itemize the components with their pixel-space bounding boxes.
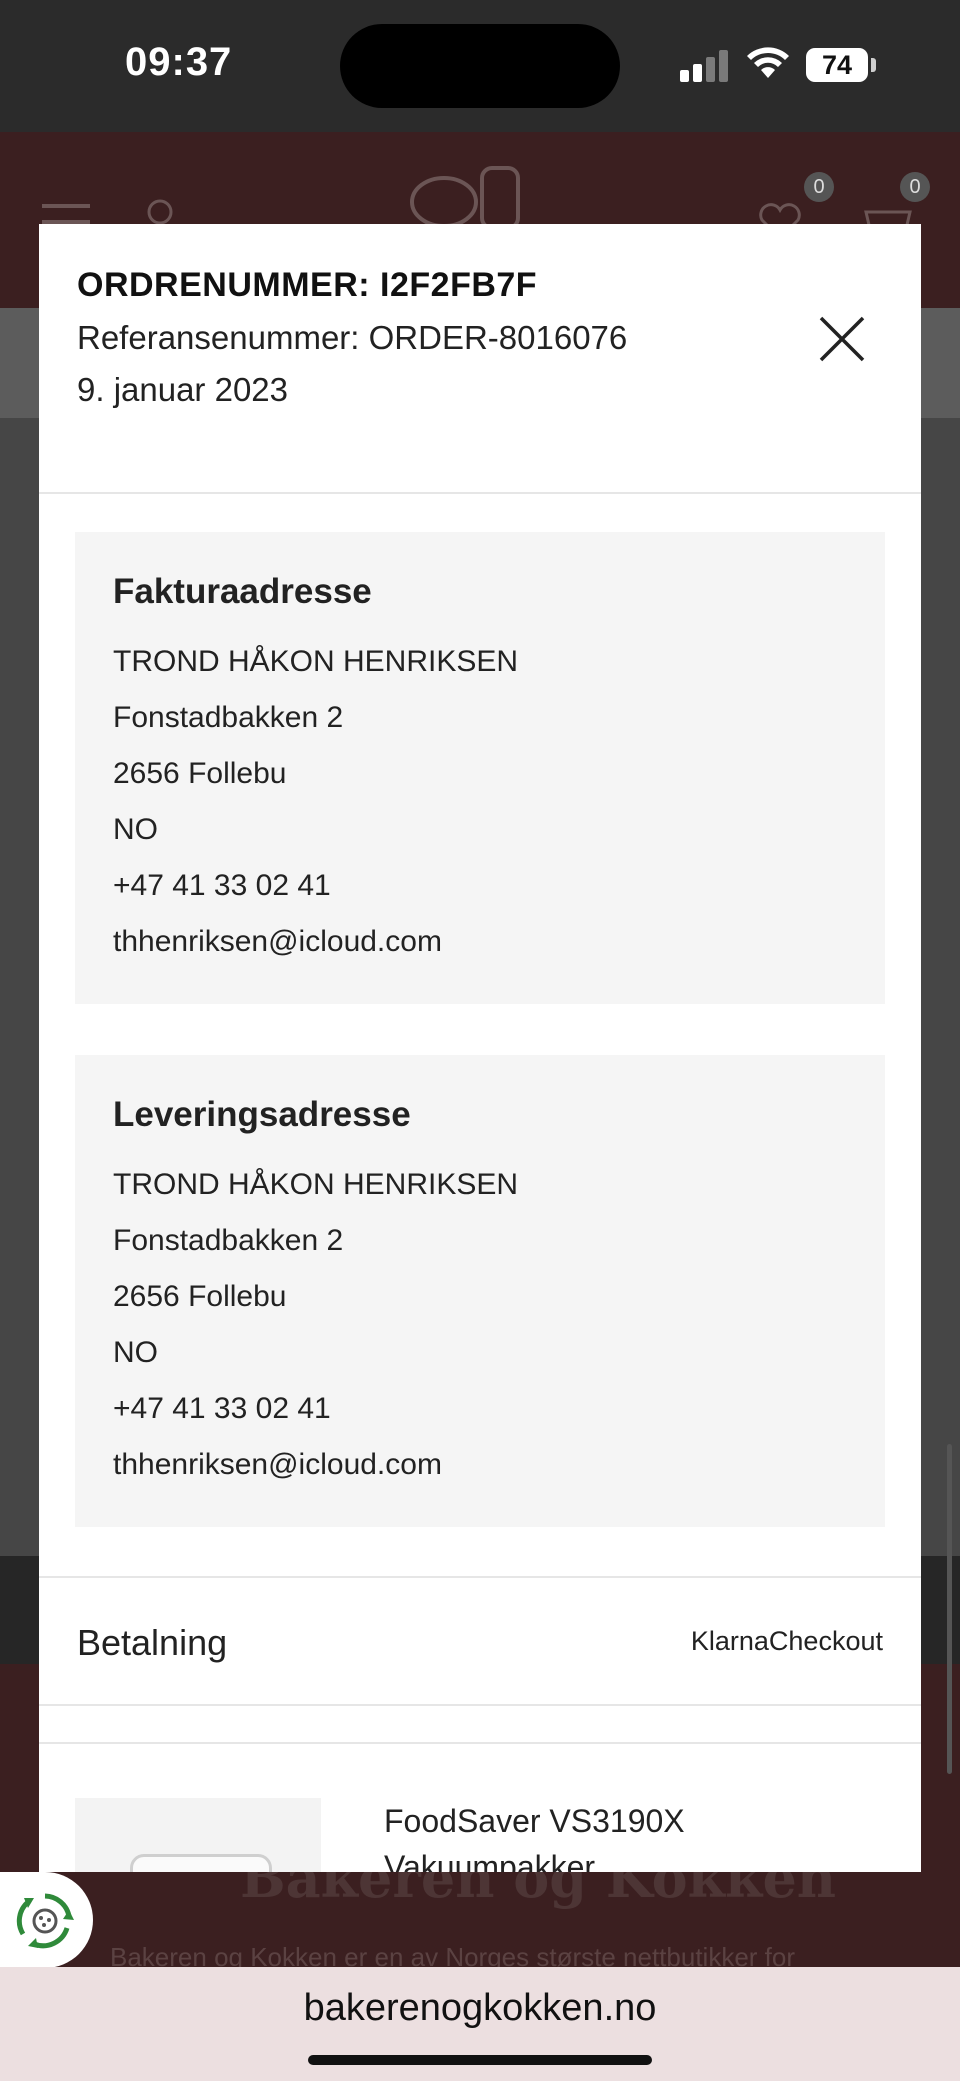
shipping-city: 2656 Follebu (113, 1280, 287, 1313)
divider (39, 1742, 921, 1744)
shipping-street: Fonstadbakken 2 (113, 1224, 344, 1257)
shipping-address-title: Leveringsadresse (113, 1095, 411, 1134)
billing-address-card: Fakturaadresse TROND HÅKON HENRIKSEN Fon… (75, 532, 885, 1004)
order-header: ORDRENUMMER: I2F2FB7F Referansenummer: O… (77, 266, 627, 409)
status-time: 09:37 (125, 40, 233, 84)
order-reference: Referansenummer: ORDER-8016076 (77, 319, 628, 356)
recycle-icon[interactable] (14, 1890, 76, 1952)
scrollbar[interactable] (947, 1444, 952, 1774)
shipping-phone: +47 41 33 02 41 (113, 1392, 331, 1425)
battery-cap (871, 58, 876, 72)
billing-street: Fonstadbakken 2 (113, 701, 344, 734)
billing-phone: +47 41 33 02 41 (113, 869, 331, 902)
order-date: 9. januar 2023 (77, 371, 289, 408)
billing-name: TROND HÅKON HENRIKSEN (113, 645, 519, 678)
browser-url[interactable]: bakerenogkokken.no (0, 1987, 960, 2030)
wishlist-count-badge: 0 (804, 172, 834, 202)
divider (39, 1704, 921, 1706)
billing-email: thhenriksen@icloud.com (113, 925, 442, 958)
billing-address-title: Fakturaadresse (113, 572, 372, 611)
payment-method: KlarnaCheckout (690, 1626, 883, 1656)
dynamic-island (340, 24, 620, 108)
product-name[interactable]: FoodSaver VS3190X Vakuumpakker (384, 1798, 704, 1872)
billing-address-lines: TROND HÅKON HENRIKSEN Fonstadbakken 2 26… (113, 634, 518, 970)
chef-hat-logo-icon[interactable] (404, 162, 536, 232)
shipping-address-lines: TROND HÅKON HENRIKSEN Fonstadbakken 2 26… (113, 1157, 518, 1493)
product-image[interactable] (75, 1798, 321, 1872)
cart-count-badge: 0 (900, 172, 930, 202)
shipping-name: TROND HÅKON HENRIKSEN (113, 1168, 519, 1201)
eco-widget[interactable] (0, 1872, 93, 1968)
order-number: ORDRENUMMER: I2F2FB7F (77, 266, 538, 304)
shipping-country: NO (113, 1336, 158, 1369)
billing-country: NO (113, 813, 158, 846)
browser-address-bar[interactable]: bakerenogkokken.no (0, 1967, 960, 2081)
billing-city: 2656 Follebu (113, 757, 287, 790)
battery-icon: 74 (806, 48, 868, 82)
divider (39, 1576, 921, 1578)
status-bar: 09:37 74 (0, 0, 960, 132)
shipping-address-card: Leveringsadresse TROND HÅKON HENRIKSEN F… (75, 1055, 885, 1527)
home-indicator[interactable] (308, 2055, 652, 2065)
divider (39, 492, 921, 494)
shipping-email: thhenriksen@icloud.com (113, 1448, 442, 1481)
payment-label: Betalning (77, 1622, 228, 1663)
wifi-icon (747, 47, 789, 78)
product-image-shape (130, 1854, 272, 1872)
cellular-signal-icon (680, 50, 730, 82)
order-details-modal: ORDRENUMMER: I2F2FB7F Referansenummer: O… (39, 224, 921, 1872)
close-icon[interactable] (817, 314, 867, 364)
